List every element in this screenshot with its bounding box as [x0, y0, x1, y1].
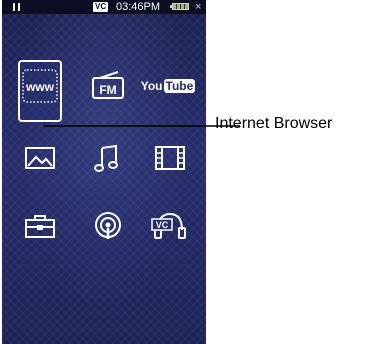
device-screen: VC 03:46PM × www FM You Tube VC [2, 0, 206, 344]
youtube-you-text: You [140, 79, 163, 93]
youtube-tube-text: Tube [163, 79, 196, 93]
internet-browser-button[interactable]: www [20, 66, 60, 106]
clock: 03:46PM [116, 1, 161, 13]
fm-text: FM [99, 83, 116, 97]
toolbox-icon [25, 215, 55, 238]
status-bar: VC 03:46PM × [2, 0, 206, 14]
podcast-button[interactable] [88, 206, 128, 246]
fm-radio-icon: FM [92, 71, 124, 99]
fm-radio-button[interactable]: FM [88, 66, 128, 106]
video-button[interactable] [150, 138, 190, 178]
pause-icon [13, 3, 21, 11]
photo-button[interactable] [20, 138, 60, 178]
callout-leader-line [44, 122, 240, 127]
settings-button[interactable] [20, 206, 60, 246]
youtube-icon: You Tube [141, 79, 196, 93]
podcast-icon [95, 212, 121, 239]
www-text: www [25, 80, 55, 94]
vc-badge: VC [93, 2, 109, 12]
voice-capture-button[interactable]: VC [148, 206, 188, 246]
close-icon[interactable]: × [195, 0, 201, 14]
music-note-icon [94, 144, 118, 172]
www-globe-icon: www [22, 69, 58, 103]
youtube-button[interactable]: You Tube [141, 66, 196, 106]
callout-label: Internet Browser [215, 115, 333, 132]
photo-icon [25, 147, 55, 169]
film-strip-icon [155, 146, 185, 170]
music-button[interactable] [88, 138, 128, 178]
battery-icon [170, 3, 189, 10]
vc-headphone-icon: VC [151, 212, 186, 239]
vc-text: VC [156, 220, 169, 230]
